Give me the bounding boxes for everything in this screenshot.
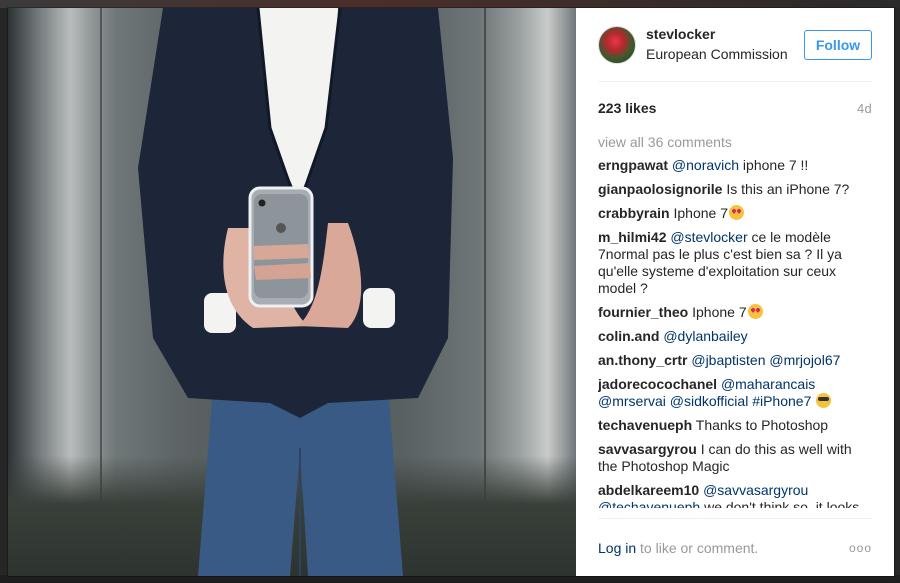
comment: abdelkareem10 @savvasargyrou @techavenue… <box>598 482 872 508</box>
location-link[interactable]: European Commission <box>646 45 804 63</box>
comment: gianpaolosignorile Is this an iPhone 7? <box>598 181 872 198</box>
likes-count[interactable]: 223 likes <box>598 100 656 116</box>
comment-author[interactable]: crabbyrain <box>598 205 670 221</box>
comment-text: Iphone 7 <box>669 205 728 221</box>
stats-row: 223 likes 4d <box>598 99 872 117</box>
comment-author[interactable]: abdelkareem10 <box>598 482 699 498</box>
comment-author[interactable]: m_hilmi42 <box>598 229 666 245</box>
comment-author[interactable]: an.thony_crtr <box>598 352 687 368</box>
comment: techavenueph Thanks to Photoshop <box>598 417 872 434</box>
comment: savvasargyrou I can do this as well with… <box>598 441 872 475</box>
comment-text: Iphone 7 <box>688 304 747 320</box>
comment-author[interactable]: colin.and <box>598 328 659 344</box>
comment-text: Is this an iPhone 7? <box>722 181 850 197</box>
post-footer: Log in to like or comment. ooo <box>598 518 872 576</box>
comment-author[interactable]: savvasargyrou <box>598 441 697 457</box>
post-photo <box>8 8 576 576</box>
heart-eyes-emoji-icon <box>747 304 763 319</box>
comment: crabbyrain Iphone 7 <box>598 205 872 222</box>
comment: colin.and @dylanbailey <box>598 328 872 345</box>
login-prompt-text: to like or comment. <box>636 539 759 556</box>
view-all-comments-link[interactable]: view all 36 comments <box>598 133 872 151</box>
post-sidebar: stevlocker European Commission Follow 22… <box>576 8 894 576</box>
heart-eyes-emoji-icon <box>728 205 744 220</box>
post-timestamp[interactable]: 4d <box>857 101 872 116</box>
avatar[interactable] <box>598 25 636 64</box>
person-illustration <box>138 8 453 576</box>
comment-author[interactable]: jadorecocochanel <box>598 376 717 392</box>
comment-text: iphone 7 !! <box>739 157 809 173</box>
comment-mention[interactable]: @jbaptisten @mrjojol67 <box>691 352 840 368</box>
comment-mention[interactable]: @dylanbailey <box>663 328 747 344</box>
comment: jadorecocochanel @maharancais @mrservai … <box>598 376 872 410</box>
comment-text <box>811 393 815 409</box>
login-link[interactable]: Log in <box>598 540 636 556</box>
comment-text: Thanks to Photoshop <box>692 417 829 433</box>
comment-text: we don't think so. it looks <box>700 499 860 508</box>
follow-button[interactable]: Follow <box>804 29 872 60</box>
comment-mention[interactable]: @noravich <box>672 157 739 173</box>
comment-author[interactable]: techavenueph <box>598 417 692 433</box>
comment: erngpawat @noravich iphone 7 !! <box>598 157 872 174</box>
post-modal: stevlocker European Commission Follow 22… <box>8 8 894 576</box>
backdrop-bottom <box>0 575 900 583</box>
comment-author[interactable]: gianpaolosignorile <box>598 181 722 197</box>
cool-emoji-icon <box>816 393 832 408</box>
login-prompt: Log in to like or comment. <box>598 540 758 556</box>
comment-author[interactable]: erngpawat <box>598 157 668 173</box>
comment: fournier_theo Iphone 7 <box>598 304 872 321</box>
comment-list[interactable]: view all 36 comments erngpawat @noravich… <box>598 133 872 508</box>
comment-mention[interactable]: @stevlocker <box>670 229 747 245</box>
post-header: stevlocker European Commission Follow <box>598 8 872 82</box>
backdrop-top <box>0 0 900 8</box>
comment: an.thony_crtr @jbaptisten @mrjojol67 <box>598 352 872 369</box>
user-meta: stevlocker European Commission <box>646 26 804 63</box>
username-link[interactable]: stevlocker <box>646 26 804 43</box>
comment-author[interactable]: fournier_theo <box>598 304 688 320</box>
more-options-icon[interactable]: ooo <box>849 541 872 555</box>
comment: m_hilmi42 @stevlocker ce le modèle 7norm… <box>598 229 872 297</box>
